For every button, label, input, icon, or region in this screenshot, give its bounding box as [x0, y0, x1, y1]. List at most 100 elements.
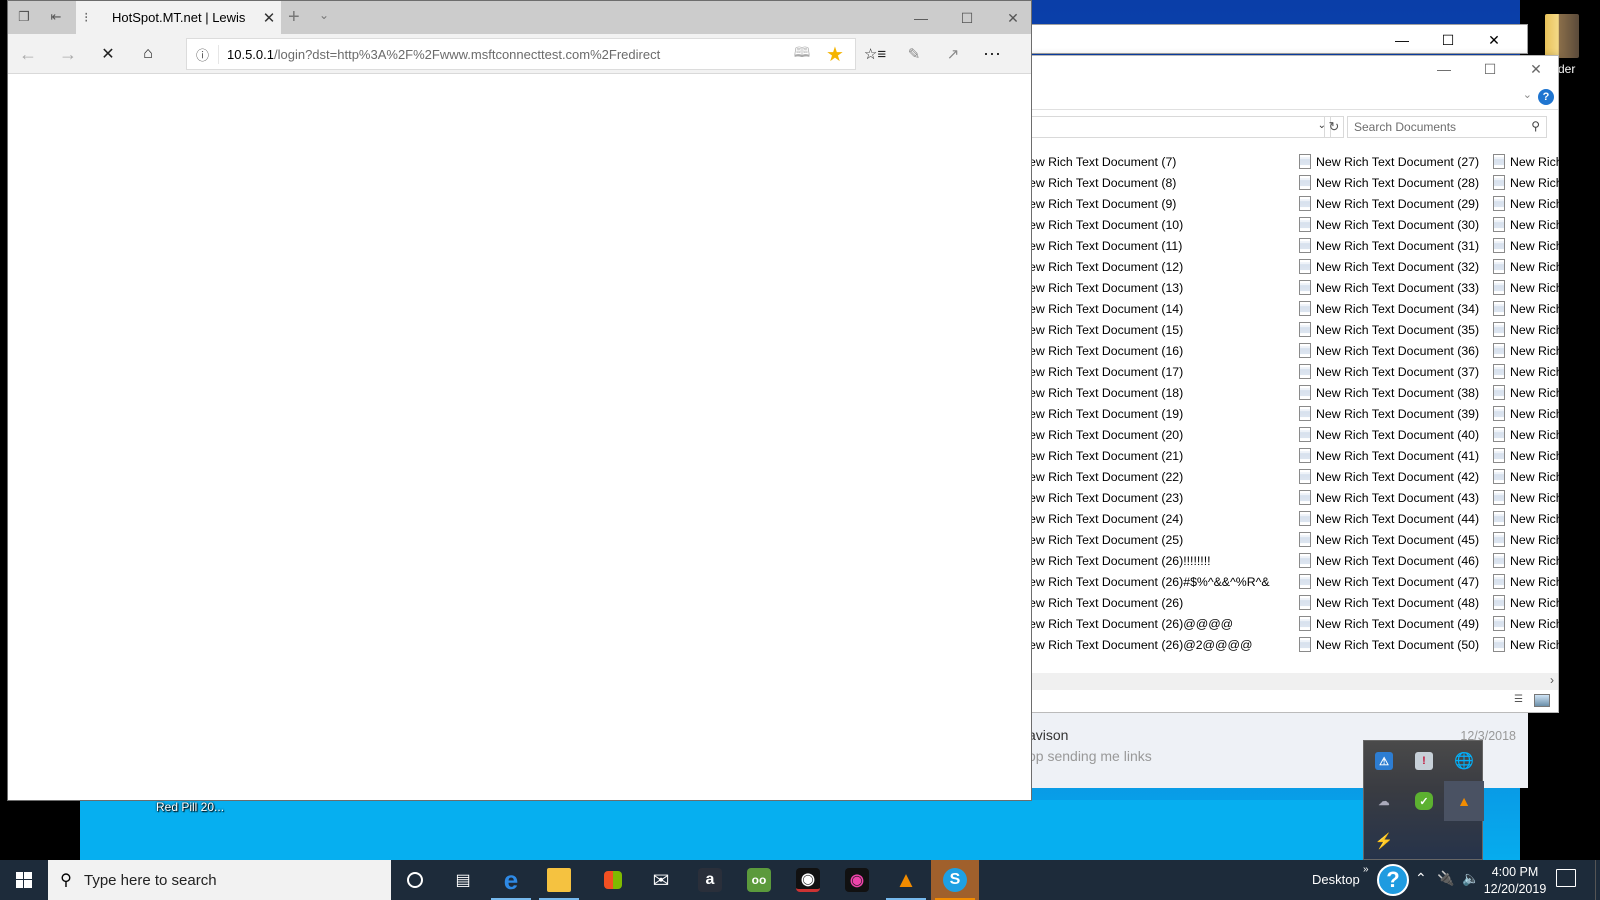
file-item[interactable]: New Rich [1493, 214, 1559, 235]
forward-button[interactable]: → [56, 42, 80, 66]
file-item[interactable]: ew Rich Text Document (18) [1029, 382, 1270, 403]
taskbar-search-input[interactable]: ⚲ Type here to search [48, 860, 391, 900]
favorites-hub-icon[interactable]: ☆≡ [863, 42, 887, 66]
file-item[interactable]: New Rich [1493, 235, 1559, 256]
start-button[interactable] [0, 860, 48, 900]
explorer-window-back[interactable]: — ☐ ✕ [1028, 24, 1528, 54]
file-item[interactable]: ew Rich Text Document (12) [1029, 256, 1270, 277]
tab-hotspot[interactable]: ⁝ HotSpot.MT.net | Lewis ✕ [76, 1, 281, 34]
tabs-aside-restore-icon[interactable]: ⇤ [48, 9, 64, 25]
file-item[interactable]: ew Rich Text Document (26)@2@@@@ [1029, 634, 1270, 655]
file-item[interactable]: New Rich [1493, 571, 1559, 592]
set-tabs-aside-icon[interactable]: ❐ [16, 9, 32, 25]
tray-check-status[interactable]: ✓ [1404, 781, 1444, 821]
file-item[interactable]: New Rich [1493, 550, 1559, 571]
file-item[interactable]: ew Rich Text Document (20) [1029, 424, 1270, 445]
edge-browser-window[interactable]: ❐ ⇤ ⁝ HotSpot.MT.net | Lewis ✕ + ⌄ — ☐ ✕… [7, 0, 1032, 801]
file-item[interactable]: ew Rich Text Document (25) [1029, 529, 1270, 550]
file-item[interactable]: New Rich Text Document (30) [1299, 214, 1479, 235]
file-item[interactable]: ew Rich Text Document (26)!!!!!!!! [1029, 550, 1270, 571]
file-item[interactable]: ew Rich Text Document (24) [1029, 508, 1270, 529]
file-item[interactable]: New Rich [1493, 340, 1559, 361]
file-item[interactable]: New Rich Text Document (42) [1299, 466, 1479, 487]
file-item[interactable]: ew Rich Text Document (19) [1029, 403, 1270, 424]
show-desktop-button[interactable] [1595, 860, 1600, 900]
file-item[interactable]: New Rich Text Document (36) [1299, 340, 1479, 361]
file-item[interactable]: New Rich Text Document (31) [1299, 235, 1479, 256]
file-item[interactable]: New Rich [1493, 382, 1559, 403]
favorite-star-icon[interactable]: ★ [815, 42, 855, 67]
file-item[interactable]: New Rich [1493, 529, 1559, 550]
file-item[interactable]: New Rich Text Document (27) [1299, 151, 1479, 172]
maximize-button[interactable]: ☐ [1425, 25, 1471, 55]
close-button[interactable]: ✕ [1471, 25, 1517, 55]
file-item[interactable]: New Rich [1493, 193, 1559, 214]
file-item[interactable]: New Rich [1493, 172, 1559, 193]
file-item[interactable]: New Rich Text Document (39) [1299, 403, 1479, 424]
file-item[interactable]: ew Rich Text Document (7) [1029, 151, 1270, 172]
file-item[interactable]: ew Rich Text Document (14) [1029, 298, 1270, 319]
file-item[interactable]: New Rich Text Document (47) [1299, 571, 1479, 592]
file-item[interactable]: ew Rich Text Document (11) [1029, 235, 1270, 256]
file-item[interactable]: ew Rich Text Document (15) [1029, 319, 1270, 340]
file-item[interactable]: New Rich Text Document (43) [1299, 487, 1479, 508]
file-item[interactable]: ew Rich Text Document (23) [1029, 487, 1270, 508]
minimize-button[interactable]: — [1379, 25, 1425, 55]
file-item[interactable]: New Rich [1493, 634, 1559, 655]
file-item[interactable]: ew Rich Text Document (9) [1029, 193, 1270, 214]
volume-icon[interactable]: 🔈 [1462, 870, 1479, 887]
battery-icon[interactable]: 🔌 [1437, 870, 1454, 887]
file-item[interactable]: ew Rich Text Document (17) [1029, 361, 1270, 382]
show-hidden-icons-chevron[interactable]: ⌃ [1415, 870, 1427, 887]
home-button[interactable]: ⌂ [136, 42, 160, 66]
file-item[interactable]: New Rich [1493, 256, 1559, 277]
cortana-button[interactable] [391, 860, 439, 900]
tray-cloud-offline[interactable]: ☁ [1364, 781, 1404, 821]
file-item[interactable]: New Rich Text Document (28) [1299, 172, 1479, 193]
scroll-right-icon[interactable]: › [1550, 673, 1554, 687]
file-item[interactable]: New Rich [1493, 466, 1559, 487]
file-item[interactable]: New Rich Text Document (48) [1299, 592, 1479, 613]
help-icon[interactable]: ? [1538, 89, 1554, 105]
tray-power-tool[interactable]: ⚡ [1364, 821, 1404, 861]
taskbar-mail[interactable]: ✉ [637, 860, 685, 900]
desktop-icon-red-pill[interactable]: Red Pill 20... [156, 800, 224, 814]
minimize-button[interactable]: — [898, 3, 944, 33]
file-item[interactable]: New Rich Text Document (40) [1299, 424, 1479, 445]
more-menu-icon[interactable]: ⋯ [980, 42, 1004, 66]
back-button[interactable]: ← [16, 42, 40, 66]
file-item[interactable]: New Rich Text Document (50) [1299, 634, 1479, 655]
explorer-window[interactable]: — ☐ ✕ ⌄ ? ⌄ ↻ Search Documents ⚲ ew Rich… [1028, 55, 1559, 713]
file-item[interactable]: New Rich Text Document (33) [1299, 277, 1479, 298]
file-item[interactable]: New Rich [1493, 445, 1559, 466]
maximize-button[interactable]: ☐ [944, 3, 990, 33]
details-view-icon[interactable]: ☰ [1514, 694, 1530, 707]
site-info-icon[interactable]: ⓘ [187, 44, 219, 64]
file-item[interactable]: ew Rich Text Document (10) [1029, 214, 1270, 235]
url-text[interactable]: 10.5.0.1/login?dst=http%3A%2F%2Fwww.msft… [219, 47, 789, 62]
file-item[interactable]: New Rich Text Document (29) [1299, 193, 1479, 214]
file-item[interactable]: New Rich Text Document (34) [1299, 298, 1479, 319]
file-item[interactable]: New Rich [1493, 319, 1559, 340]
address-bar[interactable]: ⌄ [1029, 116, 1331, 138]
close-button[interactable]: ✕ [990, 3, 1036, 33]
action-center-icon[interactable] [1556, 869, 1576, 887]
minimize-button[interactable]: — [1421, 54, 1467, 84]
tray-vlc[interactable]: ▲ [1444, 781, 1484, 821]
taskbar-tripadvisor[interactable]: oo [735, 860, 783, 900]
tray-globe-blocked[interactable]: 🌐 [1444, 741, 1484, 781]
taskbar-store[interactable] [589, 860, 637, 900]
file-item[interactable]: New Rich [1493, 298, 1559, 319]
toolbar-expand-icon[interactable]: » [1363, 864, 1369, 875]
tray-network-warning[interactable]: ⚠ [1364, 741, 1404, 781]
desktop-toolbar-label[interactable]: Desktop [1312, 872, 1360, 887]
file-item[interactable]: New Rich Text Document (32) [1299, 256, 1479, 277]
file-item[interactable]: ew Rich Text Document (16) [1029, 340, 1270, 361]
file-item[interactable]: New Rich [1493, 277, 1559, 298]
large-icons-view-icon[interactable] [1534, 694, 1550, 707]
file-item[interactable]: ew Rich Text Document (26)@@@@ [1029, 613, 1270, 634]
file-item[interactable]: New Rich Text Document (38) [1299, 382, 1479, 403]
taskbar-edge[interactable]: e [487, 860, 535, 900]
new-tab-button[interactable]: + [288, 6, 300, 29]
file-item[interactable]: New Rich Text Document (45) [1299, 529, 1479, 550]
